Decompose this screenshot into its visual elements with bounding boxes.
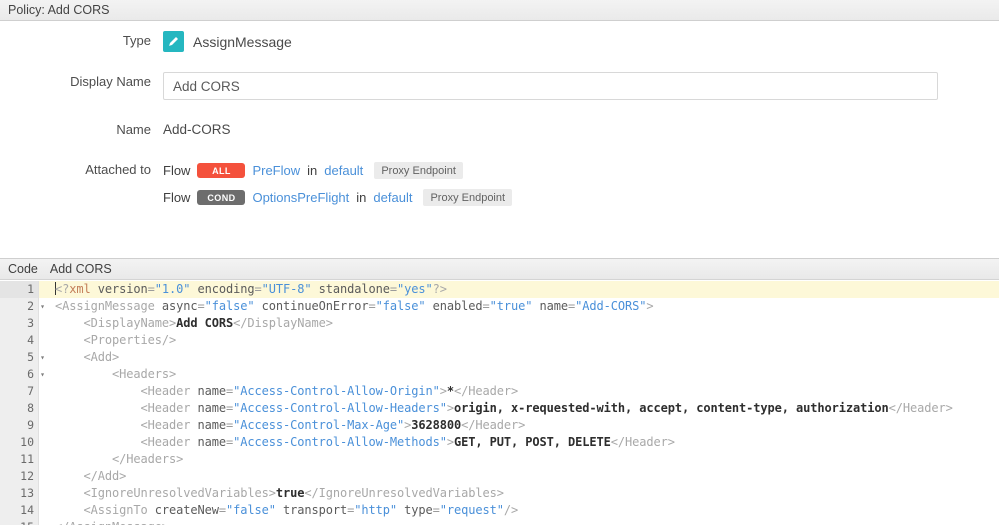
- code-line-text[interactable]: <Add>: [39, 349, 999, 366]
- display-name-label: Display Name: [70, 74, 151, 89]
- code-tab-bar: Code Add CORS: [0, 259, 999, 280]
- flow-name-link[interactable]: OptionsPreFlight: [252, 190, 349, 205]
- policy-title-bar: Policy: Add CORS: [0, 0, 999, 21]
- code-line-text[interactable]: <DisplayName>Add CORS</DisplayName>: [39, 315, 999, 332]
- xml-code-editor[interactable]: 1 <?xml version="1.0" encoding="UTF-8" s…: [0, 281, 999, 525]
- flow-word: Flow: [163, 190, 191, 205]
- name-value: Add-CORS: [163, 122, 231, 137]
- code-line-text[interactable]: <Header name="Access-Control-Allow-Metho…: [39, 434, 999, 451]
- code-line[interactable]: 3 <DisplayName>Add CORS</DisplayName>: [0, 315, 999, 332]
- flow-type-badge: COND: [197, 190, 246, 205]
- code-line[interactable]: 14 <AssignTo createNew="false" transport…: [0, 502, 999, 519]
- code-line[interactable]: 1 <?xml version="1.0" encoding="UTF-8" s…: [0, 281, 999, 298]
- code-panel: Code Add CORS 1 <?xml version="1.0" enco…: [0, 258, 999, 525]
- code-line[interactable]: 15 </AssignMessage>: [0, 519, 999, 525]
- endpoint-badge: Proxy Endpoint: [423, 189, 513, 206]
- fold-toggle-icon[interactable]: ▾: [38, 298, 47, 315]
- assign-message-icon: [163, 31, 184, 52]
- code-line-text[interactable]: <AssignMessage async="false" continueOnE…: [39, 298, 999, 315]
- attached-to-label: Attached to: [85, 162, 151, 177]
- code-line-text[interactable]: <?xml version="1.0" encoding="UTF-8" sta…: [39, 281, 999, 298]
- tab-add-cors[interactable]: Add CORS: [50, 262, 112, 276]
- line-number: 12: [0, 468, 39, 485]
- flow-scope-link[interactable]: default: [324, 163, 363, 178]
- code-line[interactable]: 5 ▾ <Add>: [0, 349, 999, 366]
- line-number: 1: [0, 281, 39, 298]
- line-number: 11: [0, 451, 39, 468]
- flow-attachment-row: Flow COND OptionsPreFlight in default Pr…: [163, 187, 999, 208]
- code-line-text[interactable]: </Headers>: [39, 451, 999, 468]
- form-row-attached-to: Attached to Flow ALL PreFlow in default …: [0, 160, 999, 214]
- code-line-text[interactable]: <IgnoreUnresolvedVariables>true</IgnoreU…: [39, 485, 999, 502]
- attached-to-field: Flow ALL PreFlow in default Proxy Endpoi…: [163, 160, 999, 214]
- name-label: Name: [116, 122, 151, 137]
- line-number: 13: [0, 485, 39, 502]
- in-word: in: [307, 163, 318, 178]
- code-line[interactable]: 6 ▾ <Headers>: [0, 366, 999, 383]
- name-field: Add-CORS: [163, 120, 999, 140]
- line-number: 7: [0, 383, 39, 400]
- fold-toggle-icon[interactable]: ▾: [38, 349, 47, 366]
- code-line-text[interactable]: </AssignMessage>: [39, 519, 999, 525]
- flow-name-link[interactable]: PreFlow: [252, 163, 300, 178]
- form-row-display-name: Display Name: [0, 72, 999, 100]
- code-line-text[interactable]: <AssignTo createNew="false" transport="h…: [39, 502, 999, 519]
- code-line[interactable]: 7 <Header name="Access-Control-Allow-Ori…: [0, 383, 999, 400]
- code-line-text[interactable]: <Header name="Access-Control-Max-Age">36…: [39, 417, 999, 434]
- form-row-type: Type AssignMessage: [0, 31, 999, 52]
- line-number: 8: [0, 400, 39, 417]
- line-number: 9: [0, 417, 39, 434]
- code-line[interactable]: 10 <Header name="Access-Control-Allow-Me…: [0, 434, 999, 451]
- in-word: in: [356, 190, 367, 205]
- code-line-text[interactable]: <Properties/>: [39, 332, 999, 349]
- code-line-text[interactable]: </Add>: [39, 468, 999, 485]
- flow-attachment-row: Flow ALL PreFlow in default Proxy Endpoi…: [163, 160, 999, 181]
- code-line-text[interactable]: <Headers>: [39, 366, 999, 383]
- type-label: Type: [122, 33, 151, 48]
- form-row-name: Name Add-CORS: [0, 120, 999, 140]
- line-number: 5 ▾: [0, 349, 45, 366]
- policy-properties-form: Type AssignMessage Display Name Name Add…: [0, 21, 999, 214]
- line-number: 14: [0, 502, 39, 519]
- code-line[interactable]: 9 <Header name="Access-Control-Max-Age">…: [0, 417, 999, 434]
- flow-scope-link[interactable]: default: [373, 190, 412, 205]
- display-name-field: [163, 72, 999, 100]
- code-line[interactable]: 13 <IgnoreUnresolvedVariables>true</Igno…: [0, 485, 999, 502]
- endpoint-badge: Proxy Endpoint: [374, 162, 463, 179]
- line-number: 10: [0, 434, 39, 451]
- fold-toggle-icon[interactable]: ▾: [38, 366, 47, 383]
- line-number: 3: [0, 315, 39, 332]
- line-number: 4: [0, 332, 39, 349]
- display-name-input[interactable]: [163, 72, 938, 100]
- line-number: 15: [0, 519, 39, 525]
- code-line[interactable]: 12 </Add>: [0, 468, 999, 485]
- code-line-text[interactable]: <Header name="Access-Control-Allow-Heade…: [39, 400, 999, 417]
- type-value: AssignMessage: [193, 33, 292, 50]
- code-line[interactable]: 4 <Properties/>: [0, 332, 999, 349]
- tab-code[interactable]: Code: [8, 262, 38, 276]
- flow-word: Flow: [163, 163, 191, 178]
- code-line[interactable]: 11 </Headers>: [0, 451, 999, 468]
- type-field: AssignMessage: [163, 31, 999, 52]
- code-line-text[interactable]: <Header name="Access-Control-Allow-Origi…: [39, 383, 999, 400]
- code-line[interactable]: 8 <Header name="Access-Control-Allow-Hea…: [0, 400, 999, 417]
- line-number: 6 ▾: [0, 366, 45, 383]
- line-number: 2 ▾: [0, 298, 45, 315]
- page-title: Policy: Add CORS: [8, 3, 110, 17]
- flow-type-badge: ALL: [197, 163, 246, 178]
- code-line[interactable]: 2 ▾ <AssignMessage async="false" continue…: [0, 298, 999, 315]
